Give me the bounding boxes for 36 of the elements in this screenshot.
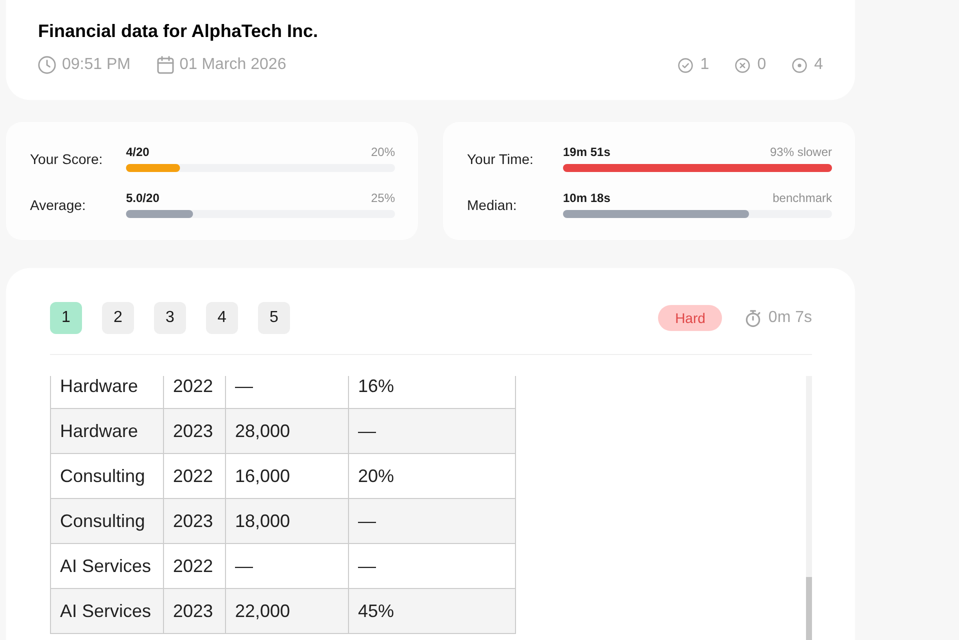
metric-label: Your Score: (30, 150, 103, 168)
scrollbar-thumb[interactable] (806, 577, 812, 640)
time-text: 09:51 PM (62, 55, 130, 75)
dot-circle-icon (792, 58, 808, 72)
metric-label: Median: (467, 196, 517, 214)
count-text: 4 (814, 55, 823, 75)
metric-note: benchmark (772, 190, 832, 206)
count-text: 1 (700, 55, 710, 75)
date-text: 01 March 2026 (179, 55, 286, 75)
metric-label: Average: (30, 196, 86, 215)
metric-label: Your Time: (467, 150, 534, 168)
table-cell: 2023 (164, 588, 226, 634)
difficulty-badge: Hard (658, 305, 722, 331)
metric-note: 25% (370, 190, 395, 206)
metric-value: 19m 51s (563, 144, 610, 160)
check-circle-icon (678, 58, 694, 72)
metric-value: 5.0/20 (126, 190, 160, 206)
count-text: 0 (757, 55, 766, 75)
x-circle-icon (735, 58, 750, 72)
table-cell: 45% (348, 588, 516, 634)
question-number-button[interactable]: 3 (154, 302, 186, 334)
timer-text: 0m 7s (768, 308, 812, 328)
stopwatch-icon (745, 310, 762, 326)
metric-value: 4/20 (126, 144, 150, 160)
metric-value: 10m 18s (563, 190, 610, 206)
clock-icon (38, 56, 56, 74)
calendar-icon (157, 56, 174, 74)
question-number-button[interactable]: 4 (206, 302, 238, 334)
question-number-button[interactable]: 1 (50, 302, 82, 334)
table-cell: 22,000 (226, 588, 348, 634)
metric-note: 20% (370, 144, 395, 160)
question-number-button[interactable]: 2 (102, 302, 134, 334)
page-title: Financial data for AlphaTech Inc. (38, 20, 318, 43)
question-number-button[interactable]: 5 (258, 302, 290, 334)
metric-note: 93% slower (770, 144, 832, 160)
table-cell: AI Services (50, 588, 164, 634)
